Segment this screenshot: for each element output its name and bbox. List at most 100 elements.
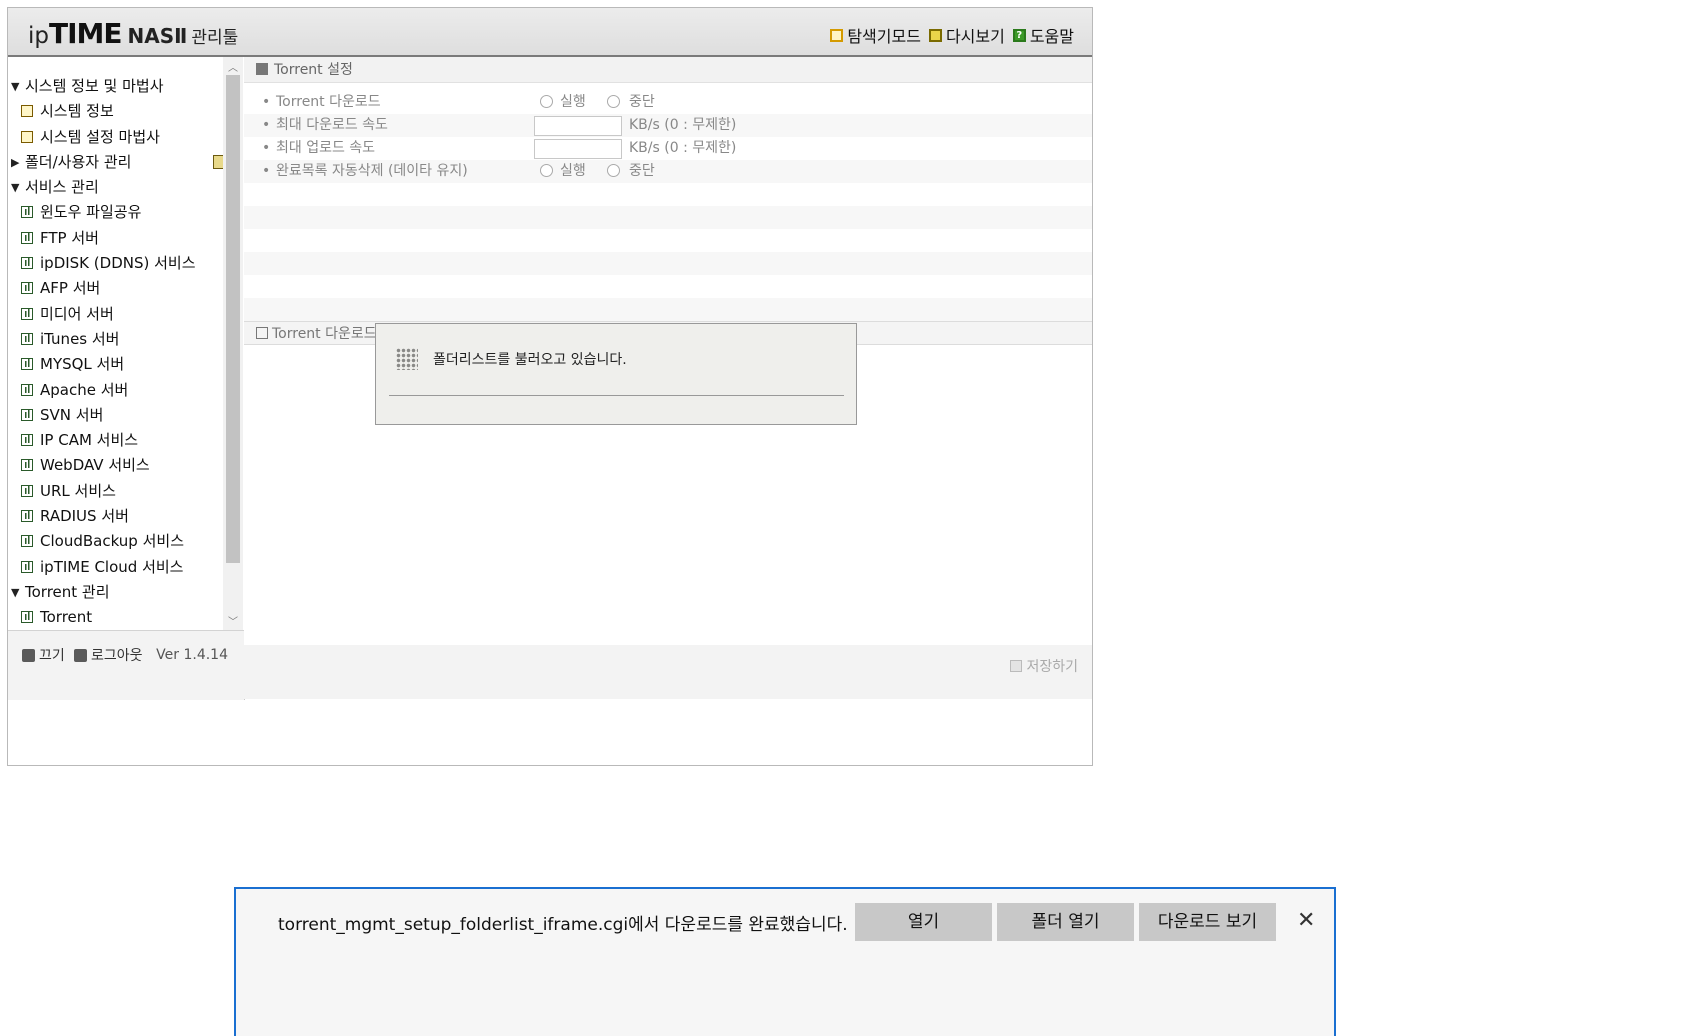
sidebar-item[interactable]: iTunes 서버 (8, 327, 244, 352)
empty-row (244, 252, 1092, 275)
help-link[interactable]: ? 도움말 (1012, 23, 1074, 47)
sidebar-item[interactable]: IP CAM 서비스 (8, 428, 244, 453)
explorer-mode-label: 탐색기모드 (847, 27, 921, 46)
torrent-download-section-title: Torrent 다운로드 (272, 326, 377, 342)
sidebar-item[interactable]: 미디어 서버 (8, 302, 244, 327)
open-file-button[interactable]: 열기 (855, 903, 992, 941)
loading-dialog: 폴더리스트를 불러오고 있습니다. (375, 323, 857, 425)
torrent-icon (21, 611, 33, 624)
reload-label: 다시보기 (945, 27, 1005, 46)
sidebar-item-label: 미디어 서버 (40, 304, 114, 323)
sidebar-item[interactable]: ipDISK (DDNS) 서비스 (8, 251, 244, 276)
sidebar-item-label: Torrent 관리 (25, 582, 110, 601)
logout-label: 로그아웃 (91, 648, 143, 664)
expanded-arrow-icon[interactable]: ▼ (11, 175, 19, 200)
save-icon (1010, 660, 1023, 672)
empty-row (244, 275, 1092, 298)
close-icon[interactable]: ✕ (1297, 909, 1315, 933)
sidebar-item-label: IP CAM 서비스 (40, 431, 139, 450)
sidebar-category[interactable]: ▶ 폴더/사용자 관리 (8, 150, 244, 175)
collapsed-arrow-icon[interactable]: ▶ (11, 150, 19, 175)
auto-delete-label: 완료목록 자동삭제 (데이타 유지) (276, 163, 468, 179)
service-icon (21, 484, 33, 497)
help-label: 도움말 (1029, 27, 1074, 46)
service-icon (21, 282, 33, 295)
max-download-unit: KB/s (0 : 무제한) (629, 117, 737, 133)
sidebar-item-label: 시스템 정보 및 마법사 (25, 77, 164, 95)
sidebar-item[interactable]: 윈도우 파일공유 (8, 200, 244, 225)
view-downloads-button[interactable]: 다운로드 보기 (1139, 903, 1276, 941)
sidebar-item-label: 서비스 관리 (25, 178, 99, 197)
sidebar-category[interactable]: ▼ 시스템 정보 및 마법사 (8, 74, 244, 99)
sidebar-item-label: WebDAV 서비스 (40, 456, 150, 475)
scroll-up-icon[interactable]: ︿ (227, 59, 239, 74)
torrent-download-row: • Torrent 다운로드 실행 중단 (244, 91, 1092, 114)
service-icon (21, 358, 33, 371)
bullet: • (262, 117, 271, 133)
service-icon (21, 257, 33, 270)
torrent-download-stop-radio[interactable] (607, 95, 620, 108)
power-off-label: 끄기 (39, 648, 65, 664)
sidebar: ▼ 시스템 정보 및 마법사시스템 정보시스템 설정 마법사 ▶ 폴더/사용자 관리 ▼… (8, 57, 245, 630)
sidebar-item[interactable]: Apache 서버 (8, 378, 244, 403)
auto-delete-run-radio[interactable] (540, 164, 553, 177)
scrollbar-thumb[interactable] (226, 75, 240, 563)
sidebar-item-label: Apache 서버 (40, 380, 129, 399)
sidebar-item[interactable]: AFP 서버 (8, 276, 244, 301)
save-button[interactable]: 저장하기 (1010, 656, 1078, 676)
sidebar-item-label: SVN 서버 (40, 405, 104, 424)
sidebar-category[interactable]: ▼ Torrent 관리 (8, 580, 244, 605)
sidebar-item-label: Torrent (40, 608, 93, 627)
max-download-speed-label: 최대 다운로드 속도 (276, 117, 388, 133)
help-icon: ? (1012, 28, 1026, 42)
empty-row (244, 206, 1092, 229)
sidebar-item[interactable]: ipTIME Cloud 서비스 (8, 555, 244, 580)
sidebar-item[interactable]: MYSQL 서버 (8, 352, 244, 377)
sidebar-item[interactable]: URL 서비스 (8, 479, 244, 504)
sidebar-item-label: FTP 서버 (40, 228, 99, 247)
logout-button[interactable]: 로그아웃 (74, 645, 143, 665)
chart-icon (21, 130, 33, 143)
sidebar-item-label: RADIUS 서버 (40, 507, 129, 526)
auto-delete-row: • 완료목록 자동삭제 (데이타 유지) 실행 중단 (244, 160, 1092, 183)
sidebar-item[interactable]: Torrent (8, 605, 244, 630)
service-icon (21, 434, 33, 447)
sidebar-item-label: 폴더/사용자 관리 (25, 152, 132, 171)
sidebar-item[interactable]: SVN 서버 (8, 403, 244, 428)
sidebar-item-label: 시스템 정보 (40, 102, 114, 121)
menu-tree: ▼ 시스템 정보 및 마법사시스템 정보시스템 설정 마법사 ▶ 폴더/사용자 관리 ▼… (8, 74, 244, 630)
sidebar-scrollbar[interactable]: ︿ ﹀ (223, 57, 243, 630)
torrent-download-run-radio[interactable] (540, 95, 553, 108)
explorer-mode-link[interactable]: 탐색기모드 (830, 23, 921, 47)
expanded-arrow-icon[interactable]: ▼ (11, 74, 19, 99)
sidebar-item[interactable]: CloudBackup 서비스 (8, 529, 244, 554)
version-label: Ver 1.4.14 (156, 647, 228, 663)
top-links: 탐색기모드 다시보기 ? 도움말 (830, 23, 1074, 47)
run-option-label: 실행 (560, 94, 586, 110)
max-download-speed-input[interactable] (534, 116, 622, 136)
empty-row (244, 183, 1092, 206)
sidebar-item[interactable]: RADIUS 서버 (8, 504, 244, 529)
expanded-arrow-icon[interactable]: ▼ (11, 580, 19, 605)
open-folder-button[interactable]: 폴더 열기 (997, 903, 1134, 941)
sidebar-item[interactable]: 시스템 정보 (8, 99, 244, 124)
service-icon (21, 332, 33, 345)
sidebar-item-label: ipDISK (DDNS) 서비스 (40, 254, 196, 273)
sidebar-item-label: 윈도우 파일공유 (40, 203, 142, 222)
sidebar-item[interactable]: 시스템 설정 마법사 (8, 125, 244, 150)
reload-link[interactable]: 다시보기 (928, 23, 1005, 47)
stop-option-label: 중단 (629, 94, 655, 110)
download-folder-icon (256, 327, 268, 339)
power-icon (22, 648, 35, 662)
sidebar-item[interactable]: FTP 서버 (8, 226, 244, 251)
sidebar-item[interactable]: WebDAV 서비스 (8, 453, 244, 478)
torrent-download-label: Torrent 다운로드 (276, 94, 381, 110)
save-bar: 저장하기 (244, 645, 1092, 699)
sidebar-category[interactable]: ▼ 서비스 관리 (8, 175, 244, 200)
power-off-button[interactable]: 끄기 (22, 645, 65, 665)
scroll-down-icon[interactable]: ﹀ (227, 613, 239, 628)
auto-delete-stop-radio[interactable] (607, 164, 620, 177)
max-upload-speed-input[interactable] (534, 139, 622, 159)
divider (389, 395, 844, 396)
bullet: • (262, 140, 271, 156)
